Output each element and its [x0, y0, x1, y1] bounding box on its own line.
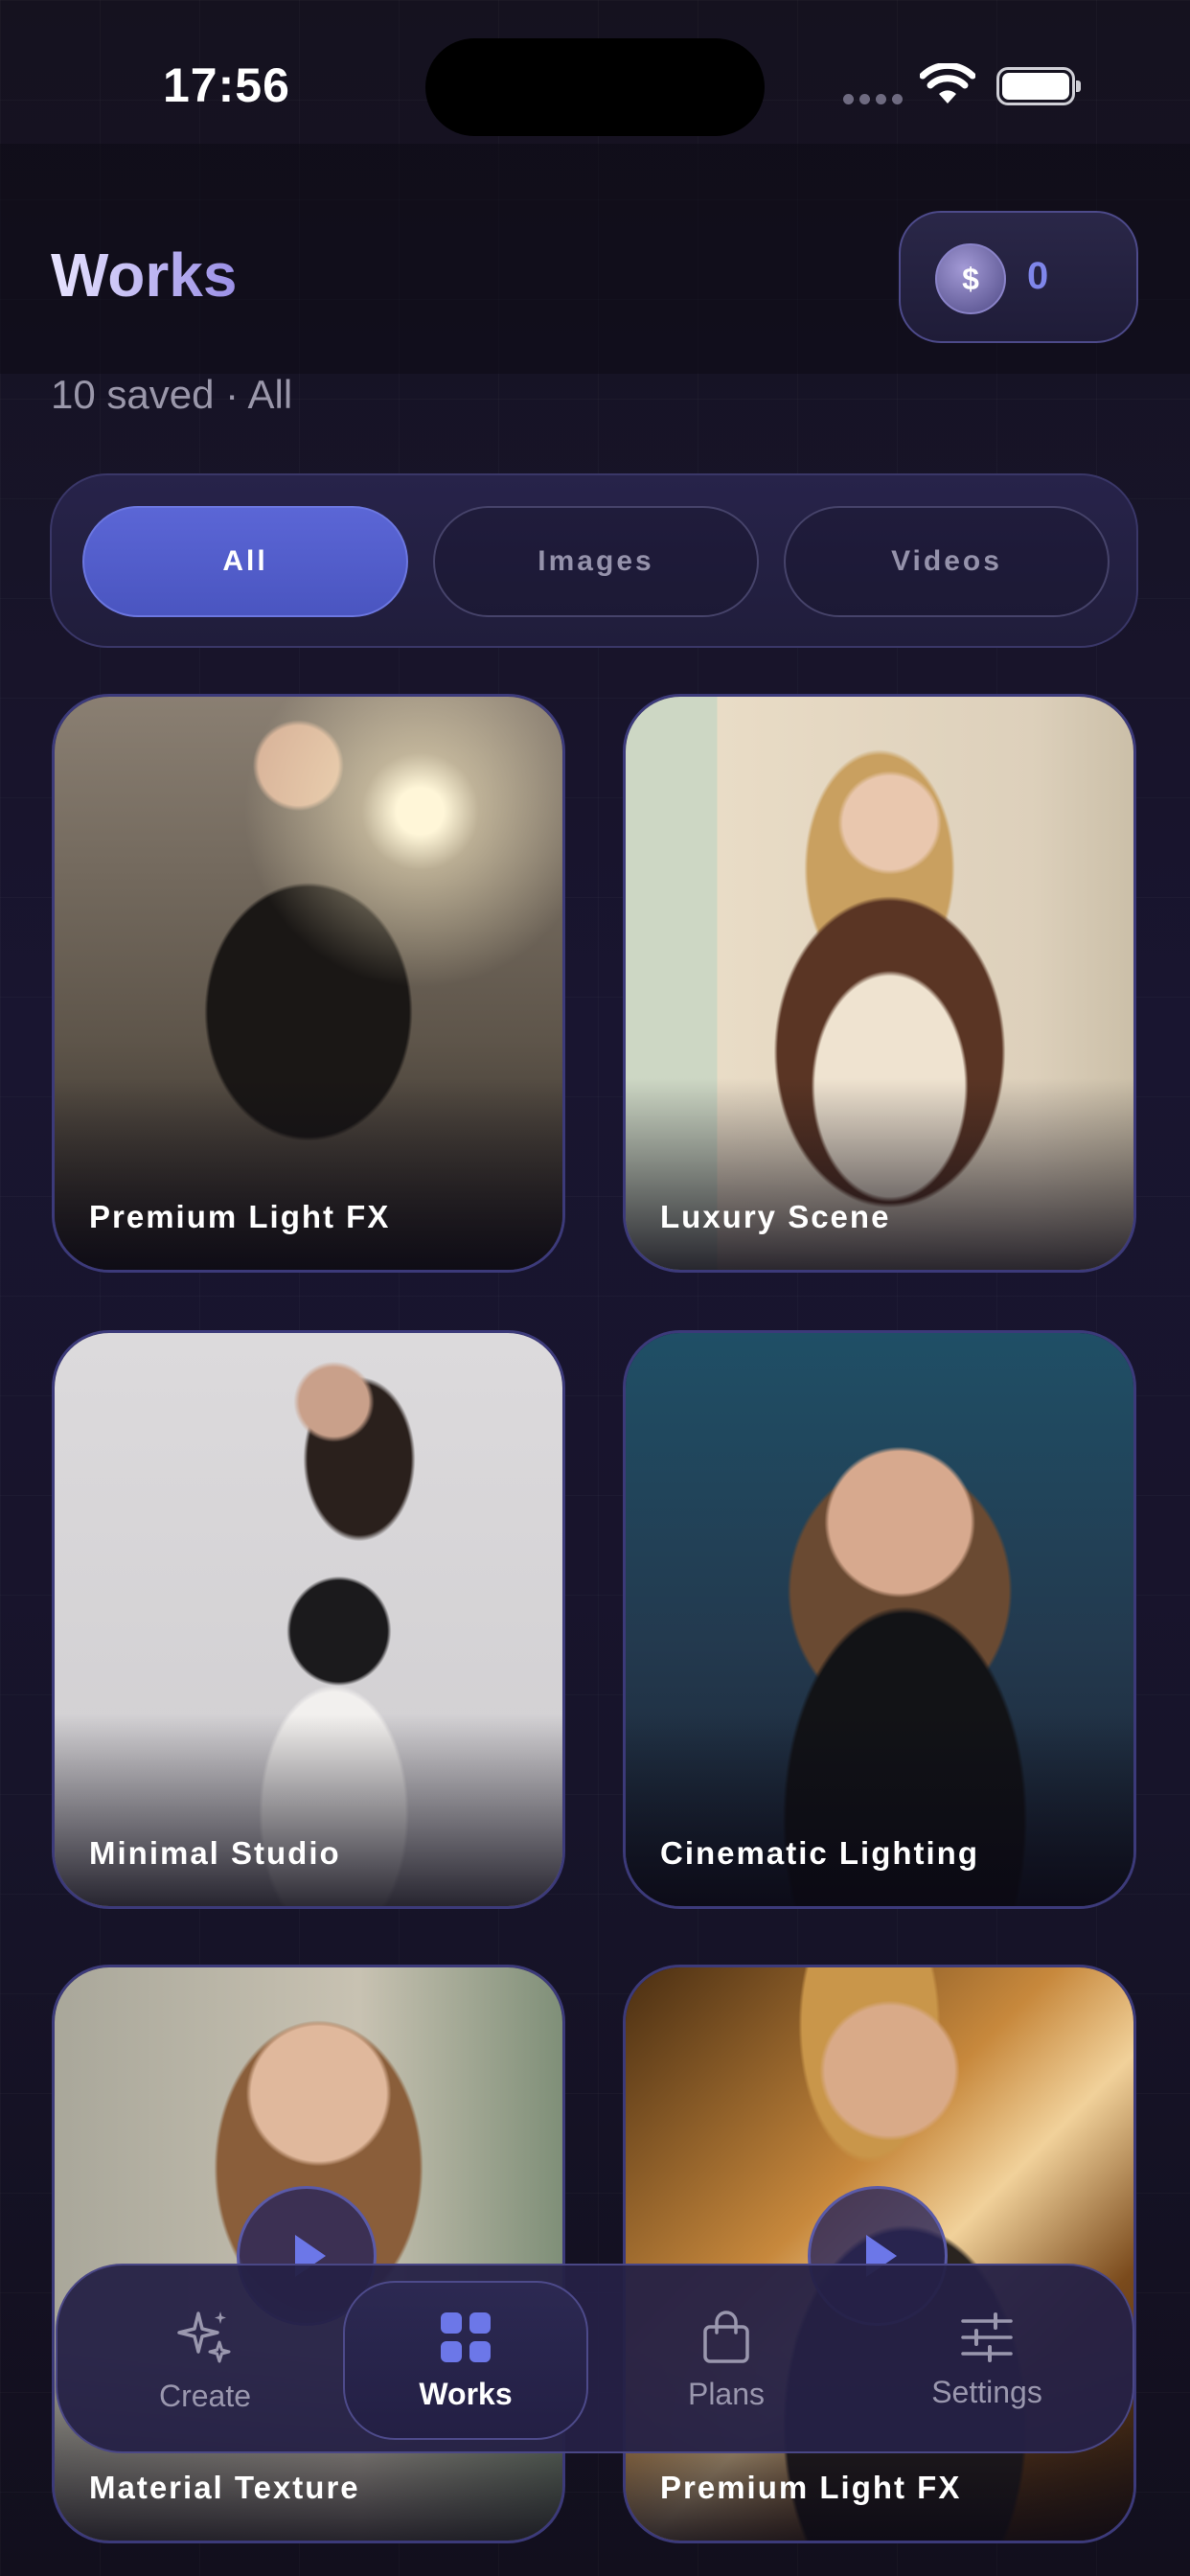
work-card[interactable]: Luxury Scene	[623, 694, 1136, 1273]
work-card[interactable]: Premium Light FX	[52, 694, 565, 1273]
tab-settings[interactable]: Settings	[864, 2281, 1110, 2440]
bag-icon	[703, 2310, 749, 2363]
tab-label: Settings	[931, 2374, 1042, 2409]
coin-balance-button[interactable]: $ 0	[899, 211, 1138, 343]
work-title: Premium Light FX	[89, 1199, 391, 1234]
status-bar: 17:56	[0, 0, 1190, 144]
tab-label: Works	[419, 2376, 513, 2411]
work-title: Material Texture	[89, 2470, 360, 2505]
work-card[interactable]: Cinematic Lighting	[623, 1330, 1136, 1909]
work-card[interactable]: Premium Light FX	[623, 1965, 1136, 2543]
work-title: Premium Light FX	[660, 2470, 962, 2505]
tab-label: Create	[158, 2378, 252, 2413]
filter-segmented-control: All Images Videos	[50, 473, 1138, 648]
battery-icon	[996, 67, 1081, 105]
dynamic-island	[425, 38, 765, 136]
filter-images-button[interactable]: Images	[433, 506, 759, 617]
work-title: Minimal Studio	[89, 1835, 341, 1871]
tab-label: Plans	[687, 2376, 766, 2411]
filter-all-button[interactable]: All	[82, 506, 408, 617]
work-card[interactable]: Minimal Studio	[52, 1330, 565, 1909]
status-time: 17:56	[163, 58, 290, 112]
tab-create[interactable]: Create	[82, 2281, 328, 2440]
coin-count: 0	[1027, 255, 1049, 297]
saved-count-subtitle: 10 saved · All	[51, 372, 293, 417]
grid-icon	[441, 2312, 491, 2362]
tab-plans[interactable]: Plans	[604, 2281, 849, 2440]
cellular-signal-icon	[843, 94, 903, 104]
bottom-tab-bar: Create Works Plans Settings	[56, 2264, 1134, 2453]
wifi-icon	[920, 63, 975, 104]
work-card[interactable]: Material Texture	[52, 1965, 565, 2543]
tab-works[interactable]: Works	[343, 2281, 588, 2440]
sparkles-icon	[177, 2311, 231, 2362]
sliders-icon	[961, 2312, 1013, 2362]
page-title: Works	[51, 241, 238, 310]
work-title: Cinematic Lighting	[660, 1835, 979, 1871]
work-title: Luxury Scene	[660, 1199, 891, 1234]
filter-videos-button[interactable]: Videos	[784, 506, 1110, 617]
coin-icon: $	[935, 243, 1006, 314]
